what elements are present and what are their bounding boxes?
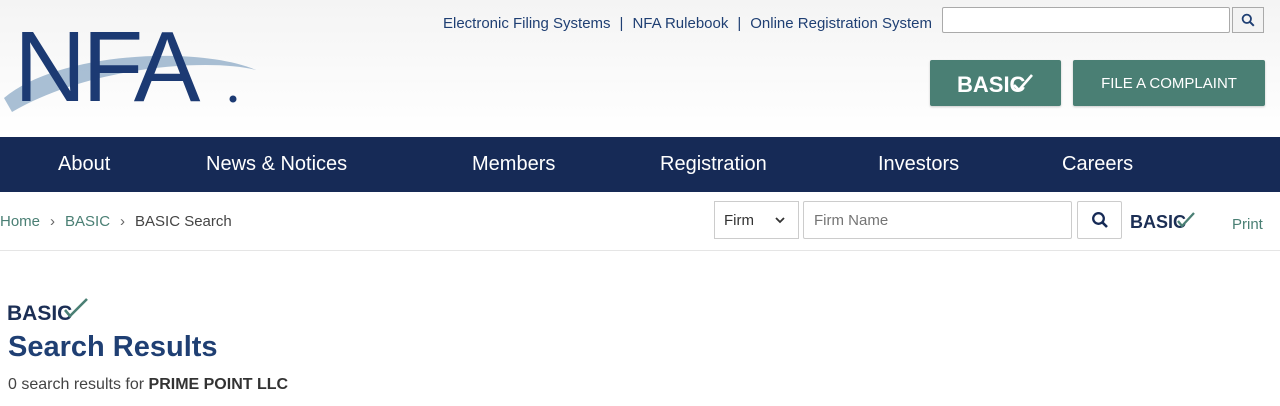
divider (0, 250, 1280, 251)
link-electronic-filing[interactable]: Electronic Filing Systems (443, 15, 611, 32)
search-icon (1091, 212, 1108, 228)
basic-logo-icon: BASIC (957, 72, 1033, 97)
nav-news-notices[interactable]: News & Notices (206, 137, 347, 192)
nav-members[interactable]: Members (472, 137, 555, 192)
breadcrumb-current: BASIC Search (135, 213, 232, 230)
svg-text:BASIC: BASIC (7, 302, 72, 324)
top-links: Electronic Filing Systems | NFA Rulebook | O… (443, 15, 932, 32)
results-label: search results for (16, 376, 149, 393)
chevron-right-icon: › (120, 213, 126, 230)
basic-mark-icon: BASIC (1130, 212, 1195, 232)
link-nfa-rulebook[interactable]: NFA Rulebook (632, 15, 728, 32)
basic-search-button[interactable] (1077, 201, 1122, 239)
nav-about[interactable]: About (58, 137, 110, 192)
nfa-logo[interactable]: NFA (0, 6, 270, 126)
nav-investors[interactable]: Investors (878, 137, 959, 192)
link-separator: | (619, 15, 624, 32)
basic-button[interactable]: BASIC (930, 60, 1061, 106)
link-separator: | (737, 15, 742, 32)
results-query: PRIME POINT LLC (148, 376, 289, 393)
nav-careers[interactable]: Careers (1062, 137, 1133, 192)
search-icon (1241, 13, 1255, 27)
results-count: 0 (8, 376, 17, 393)
breadcrumb-basic[interactable]: BASIC (65, 213, 110, 230)
site-search-button[interactable] (1232, 7, 1264, 33)
search-type-select[interactable]: Firm (714, 201, 799, 239)
chevron-down-icon (775, 217, 785, 224)
breadcrumb: Home › BASIC › BASIC Search (0, 213, 232, 230)
search-type-value: Firm (724, 211, 754, 229)
print-link[interactable]: Print (1232, 216, 1263, 233)
nav-registration[interactable]: Registration (660, 137, 767, 192)
file-complaint-button[interactable]: FILE A COMPLAINT (1073, 60, 1265, 106)
chevron-right-icon: › (50, 213, 56, 230)
basic-heading-logo: BASIC (7, 298, 88, 324)
site-search-input[interactable] (942, 7, 1230, 33)
svg-text:NFA: NFA (14, 11, 201, 123)
firm-name-input[interactable] (803, 201, 1072, 239)
breadcrumb-home[interactable]: Home (0, 213, 40, 230)
site-header: NFA Electronic Filing Systems | NFA Rulebo… (0, 0, 1280, 137)
results-summary: 0 search results for PRIME POINT LLC (8, 376, 288, 394)
page-title: Search Results (8, 331, 218, 363)
main-nav: About News & Notices Members Registratio… (0, 137, 1280, 192)
link-online-registration[interactable]: Online Registration System (750, 15, 932, 32)
